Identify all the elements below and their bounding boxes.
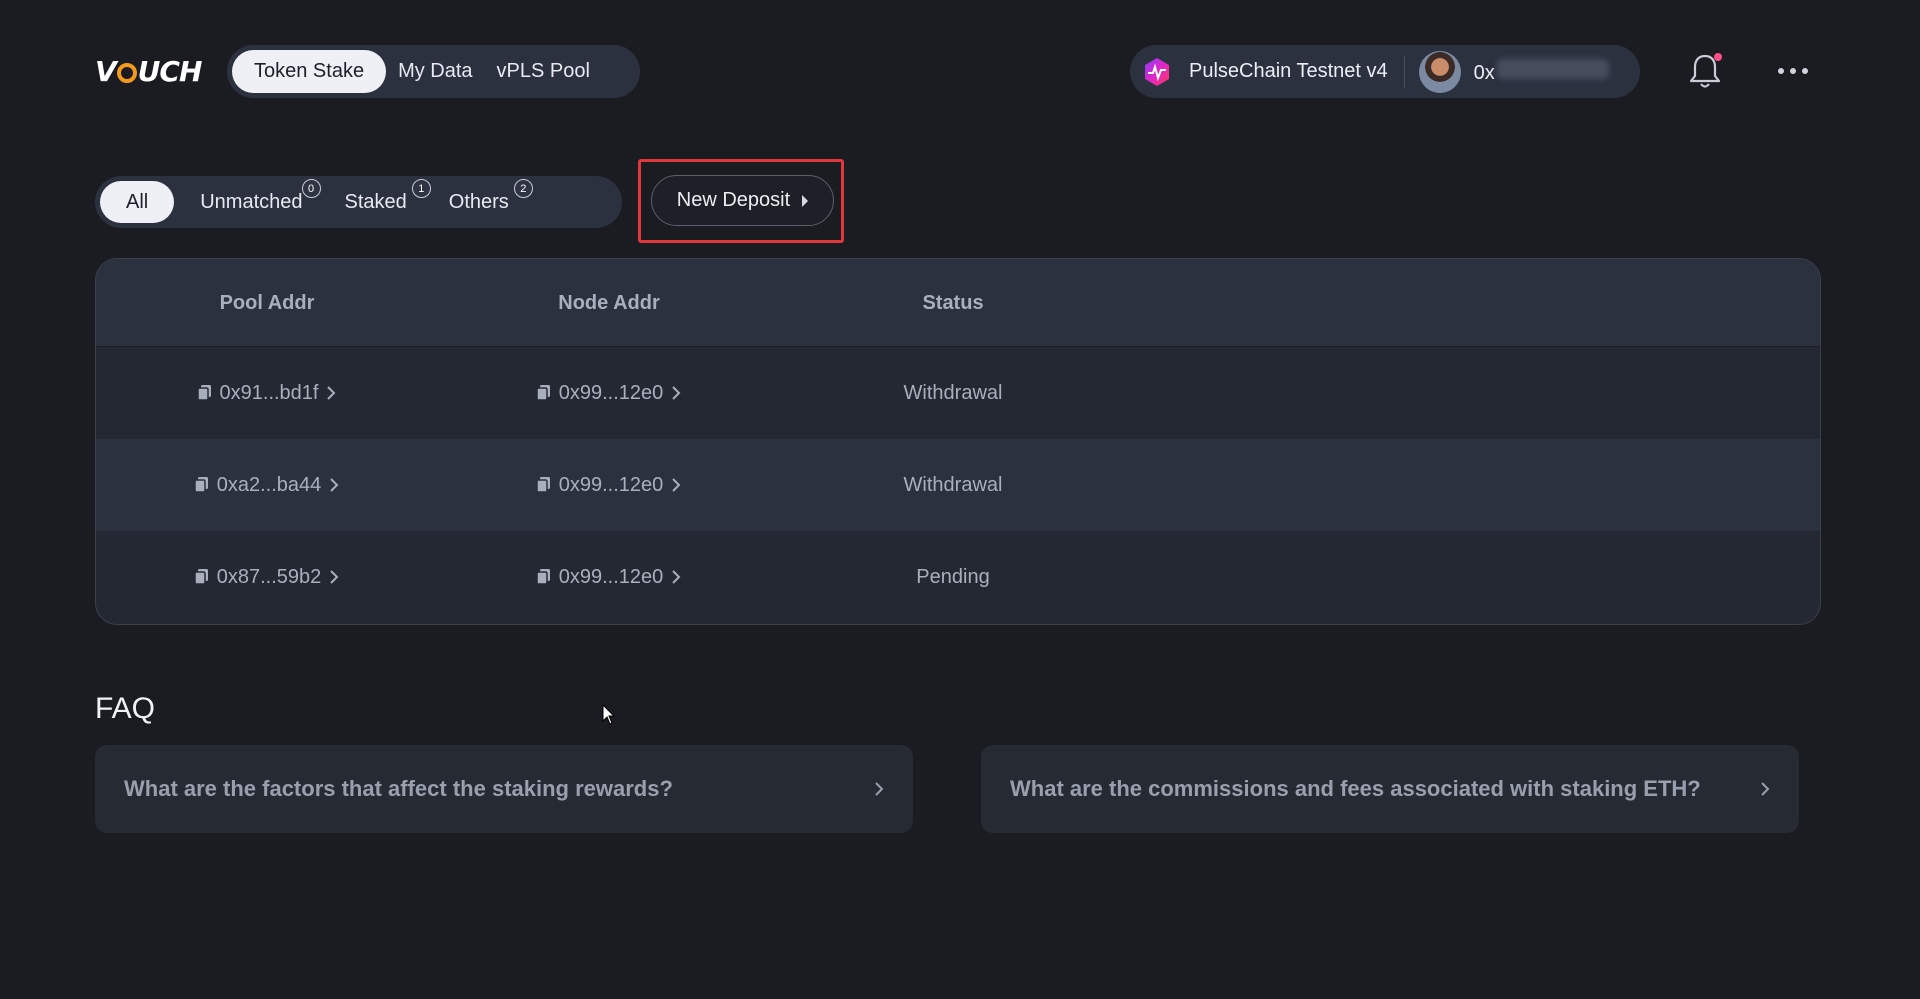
copy-icon[interactable] [536,385,551,401]
account-divider [1403,55,1405,88]
column-header-status: Status [922,291,984,314]
chevron-right-icon [672,570,681,584]
chevron-right-icon [1761,782,1770,796]
chain-logo-icon[interactable] [1141,56,1173,88]
copy-icon[interactable] [536,477,551,493]
copy-icon[interactable] [194,477,209,493]
account-address[interactable]: 0x [1473,58,1609,85]
unmatched-count-badge: 0 [301,179,321,198]
node-addr-text: 0x99...12e0 [558,473,664,496]
tab-my-data[interactable]: My Data [386,50,484,93]
column-header-pool-addr: Pool Addr [219,291,315,314]
table-row: 0x87...59b2 0x99...12e0 Pending [96,531,1820,623]
staked-count-badge: 1 [411,179,431,198]
table-header: Pool Addr Node Addr Status [96,259,1820,347]
deposits-table: Pool Addr Node Addr Status 0x91...bd1f 0… [95,258,1821,625]
more-icon[interactable] [1778,58,1808,84]
status-cell: Pending [916,565,990,588]
avatar[interactable] [1418,50,1461,93]
faq-item[interactable]: What are the factors that affect the sta… [95,745,913,833]
new-deposit-label: New Deposit [676,189,791,211]
faq-item[interactable]: What are the commissions and fees associ… [981,745,1799,833]
table-row: 0xa2...ba44 0x99...12e0 Withdrawal [96,439,1820,531]
faq-question: What are the commissions and fees associ… [1010,776,1701,801]
pool-addr-text: 0xa2...ba44 [216,473,322,496]
page: V UCH Token Stake My Data vPLS Pool Pulse… [0,0,1920,999]
chevron-right-icon [327,386,336,400]
filter-staked-label: Staked [344,190,407,213]
filter-tabs: All Unmatched 0 Staked 1 Others 2 [95,176,622,228]
tab-token-stake[interactable]: Token Stake [232,50,387,93]
node-addr-link[interactable]: 0x99...12e0 [536,565,682,589]
caret-right-icon [802,194,809,207]
filter-others-label: Others [448,190,509,213]
others-count-badge: 2 [513,179,533,198]
chevron-right-icon [672,386,681,400]
chevron-right-icon [875,782,884,796]
pool-addr-link[interactable]: 0xa2...ba44 [194,473,340,497]
filter-staked[interactable]: Staked 1 [344,179,431,223]
bell-icon[interactable] [1688,52,1722,90]
pool-addr-cell: 0xa2...ba44 [96,439,438,531]
cursor-icon [602,704,616,725]
pool-addr-text: 0x91...bd1f [219,381,319,404]
filter-others[interactable]: Others 2 [448,179,533,223]
node-addr-link[interactable]: 0x99...12e0 [536,473,682,497]
address-blur [1496,58,1609,79]
faq-title: FAQ [95,692,156,725]
filter-unmatched-label: Unmatched [200,190,303,213]
network-name[interactable]: PulseChain Testnet v4 [1189,60,1388,83]
pool-addr-link[interactable]: 0x87...59b2 [194,565,340,589]
filter-unmatched[interactable]: Unmatched 0 [200,179,321,223]
copy-icon[interactable] [197,385,212,401]
pool-addr-link[interactable]: 0x91...bd1f [197,381,337,405]
pool-addr-text: 0x87...59b2 [216,565,322,588]
node-addr-link[interactable]: 0x99...12e0 [536,381,682,405]
main-nav: Token Stake My Data vPLS Pool [227,45,640,98]
account-pill: PulseChain Testnet v4 0x [1130,45,1640,98]
status-cell: Withdrawal [903,381,1003,404]
chevron-right-icon [330,570,339,584]
pool-addr-cell: 0x91...bd1f [96,347,438,439]
filter-all[interactable]: All [100,181,175,223]
copy-icon[interactable] [194,569,209,585]
notification-dot [1714,53,1722,61]
vouch-logo[interactable]: V UCH [95,55,202,88]
node-addr-cell: 0x99...12e0 [438,531,780,623]
chevron-right-icon [330,478,339,492]
status-cell: Withdrawal [903,473,1003,496]
table-row: 0x91...bd1f 0x99...12e0 Withdrawal [96,347,1820,439]
node-addr-text: 0x99...12e0 [558,381,664,404]
pool-addr-cell: 0x87...59b2 [96,531,438,623]
node-addr-cell: 0x99...12e0 [438,347,780,439]
new-deposit-button[interactable]: New Deposit [651,175,834,226]
faq-question: What are the factors that affect the sta… [124,776,673,801]
chevron-right-icon [672,478,681,492]
node-addr-text: 0x99...12e0 [558,565,664,588]
tab-vpls-pool[interactable]: vPLS Pool [485,50,602,93]
node-addr-cell: 0x99...12e0 [438,439,780,531]
account-address-prefix: 0x [1473,61,1495,84]
column-header-node-addr: Node Addr [558,291,660,314]
copy-icon[interactable] [536,569,551,585]
